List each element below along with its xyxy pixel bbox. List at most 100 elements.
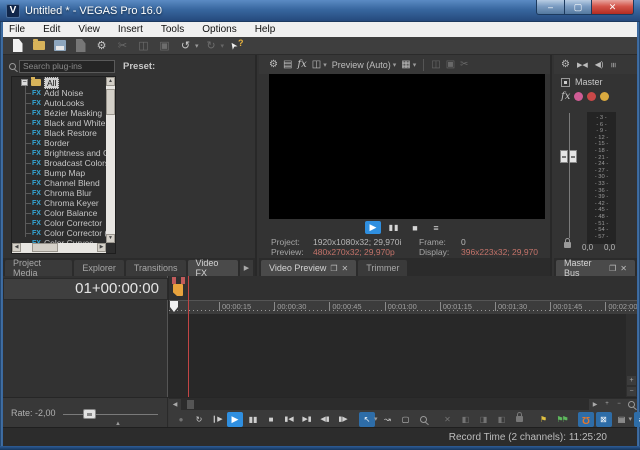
track-zoom-in-icon[interactable]: + [627,376,636,385]
rate-slider-track[interactable] [63,414,158,415]
paste-button[interactable]: ▣ [156,38,173,53]
tab-project-media[interactable]: Project Media [5,260,72,276]
open-button[interactable] [30,38,47,53]
trim-start-button[interactable]: ◧ [458,412,474,427]
tree-root-row[interactable]: − All [12,77,115,88]
plugin-list-hscrollbar[interactable]: ◀ ▶ [12,243,106,253]
envelope-tool-button[interactable]: ↝ [380,412,396,427]
tab-close-icon[interactable]: ✕ [342,264,349,273]
marker-flag-icon[interactable] [173,284,183,296]
plugin-list-item[interactable]: FX AutoLooks [12,98,115,108]
preview-settings-gear-icon[interactable]: ⚙ [269,59,278,70]
timeline-right-strip[interactable]: + − [626,314,637,397]
plugin-list-item[interactable]: FX Chroma Blur [12,188,115,198]
plugin-list-item[interactable]: FX Channel Blend [12,178,115,188]
hscroll-thumb[interactable] [187,400,194,409]
play-from-start-button[interactable]: ❙▶ [209,412,225,427]
hscroll-track[interactable] [181,399,589,410]
volume-fader-right[interactable] [569,150,577,163]
title-bar[interactable]: V Untitled * - VEGAS Pro 16.0 – ▢ ✕ [0,0,640,22]
redo-dropdown[interactable]: ▾ [221,42,225,50]
tab-close-icon[interactable]: ✕ [620,264,627,273]
tree-root-label[interactable]: All [44,77,59,89]
plugin-list-item[interactable]: FX Color Corrector (S [12,228,115,238]
go-to-end-button[interactable]: ▶▮ [299,412,315,427]
redo-button[interactable]: ↻ [203,38,220,53]
eq-plugin-icon[interactable] [587,92,596,101]
record-button[interactable]: ● [173,412,189,427]
hscroll-right-icon[interactable]: ▶ [589,399,601,410]
vscroll-thumb[interactable] [106,89,115,115]
tab-master-bus[interactable]: Master Bus ❐ ✕ [556,260,635,276]
insert-bus-icon[interactable]: ▶◀ [577,61,588,69]
loop-region-in-handle[interactable] [172,277,176,284]
downmix-speaker-icon[interactable]: ◀) [595,60,604,69]
plugin-list-item[interactable]: FX Add Noise [12,88,115,98]
timeline-tracks-area[interactable]: 00:00:1500:00:3000:00:4500:01:0000:01:15… [169,276,637,397]
undo-button[interactable]: ↺ [177,38,194,53]
pause-button[interactable]: ▮▮ [245,412,261,427]
zoom-tool-icon[interactable] [625,399,637,410]
timeline-hscrollbar[interactable]: ◀ ▶ + − [169,398,637,410]
plugin-list-item[interactable]: FX Bump Map [12,168,115,178]
preview-options-menu-icon[interactable]: ≡ [428,221,444,234]
new-project-button[interactable] [9,38,26,53]
menu-edit[interactable]: Edit [34,22,69,37]
external-monitor-icon[interactable]: ▤ [283,59,292,70]
rate-slider-thumb[interactable] [83,409,96,419]
plugin-list-vscrollbar[interactable]: ▲ ▼ [106,77,115,243]
plugin-list-item[interactable]: FX Bézier Masking [12,108,115,118]
ripple-mode-button[interactable]: ▤ [614,412,630,427]
time-zoom-out-icon[interactable]: − [613,399,625,410]
hscroll-left-icon[interactable]: ◀ [169,399,181,410]
ignore-event-grouping-button[interactable]: ⇄ [634,412,640,427]
maximize-button[interactable]: ▢ [565,0,592,15]
fader-lock-icon[interactable] [564,242,571,248]
menu-help[interactable]: Help [246,22,285,37]
tab-explorer[interactable]: Explorer [74,260,124,276]
next-frame-button[interactable]: ▮▶ [335,412,351,427]
zoom-edit-tool-button[interactable] [416,412,432,427]
overlays-dropdown[interactable]: ▾ [413,61,417,69]
tab-float-icon[interactable]: ❐ [330,264,337,273]
auto-ripple-button[interactable]: ⊠ [596,412,612,427]
tab-transitions[interactable]: Transitions [126,260,186,276]
mixer-faders-icon[interactable]: ≡ [608,62,618,67]
preview-play-button[interactable]: ▶ [365,221,381,234]
save-snapshot-icon[interactable]: ▣ [446,59,455,70]
playhead-line[interactable] [188,276,189,397]
insert-region-button[interactable]: ⚑⚑ [554,412,570,427]
go-to-start-button[interactable]: ▮◀ [281,412,297,427]
plugin-list[interactable]: − All FX Add Noise FX [11,76,116,254]
split-screen-dropdown[interactable]: ▾ [323,61,327,69]
interactive-tutorials-button[interactable] [228,38,245,53]
compressor-plugin-icon[interactable] [600,92,609,101]
lock-event-button[interactable] [512,412,528,427]
collapse-icon[interactable]: − [21,79,28,86]
insert-marker-button[interactable]: ⚑ [536,412,552,427]
preview-quality-dropdown[interactable]: ▾ [393,61,397,69]
menu-file[interactable]: File [0,22,34,37]
plugin-list-item[interactable]: FX Black and White [12,118,115,128]
plugin-list-item[interactable]: FX Color Corrector [12,218,115,228]
video-output-fx-icon[interactable]: fx [297,59,306,70]
edit-tool-dropdown[interactable]: ▾ [374,415,378,423]
preview-pause-button[interactable]: ▮▮ [386,221,402,234]
snapping-button[interactable]: Ω [578,412,594,427]
scroll-right-icon[interactable]: ▶ [97,243,106,252]
render-as-button[interactable] [72,38,89,53]
loop-region-out-handle[interactable] [181,277,185,284]
track-zoom-out-icon[interactable]: − [627,387,636,396]
search-input[interactable] [19,60,115,73]
copy-snapshot-icon[interactable]: ◫ [431,59,440,70]
noise-gate-plugin-icon[interactable] [574,92,583,101]
trim-end-button[interactable]: ◨ [476,412,492,427]
delete-button[interactable]: ✕ [440,412,456,427]
menu-insert[interactable]: Insert [109,22,152,37]
stop-button[interactable]: ■ [263,412,279,427]
preview-stop-button[interactable]: ■ [407,221,423,234]
bus-properties-gear-icon[interactable]: ⚙ [561,59,570,70]
loop-playback-button[interactable]: ↻ [191,412,207,427]
tab-trimmer[interactable]: Trimmer [358,260,407,276]
hscroll-thumb[interactable] [32,243,58,252]
